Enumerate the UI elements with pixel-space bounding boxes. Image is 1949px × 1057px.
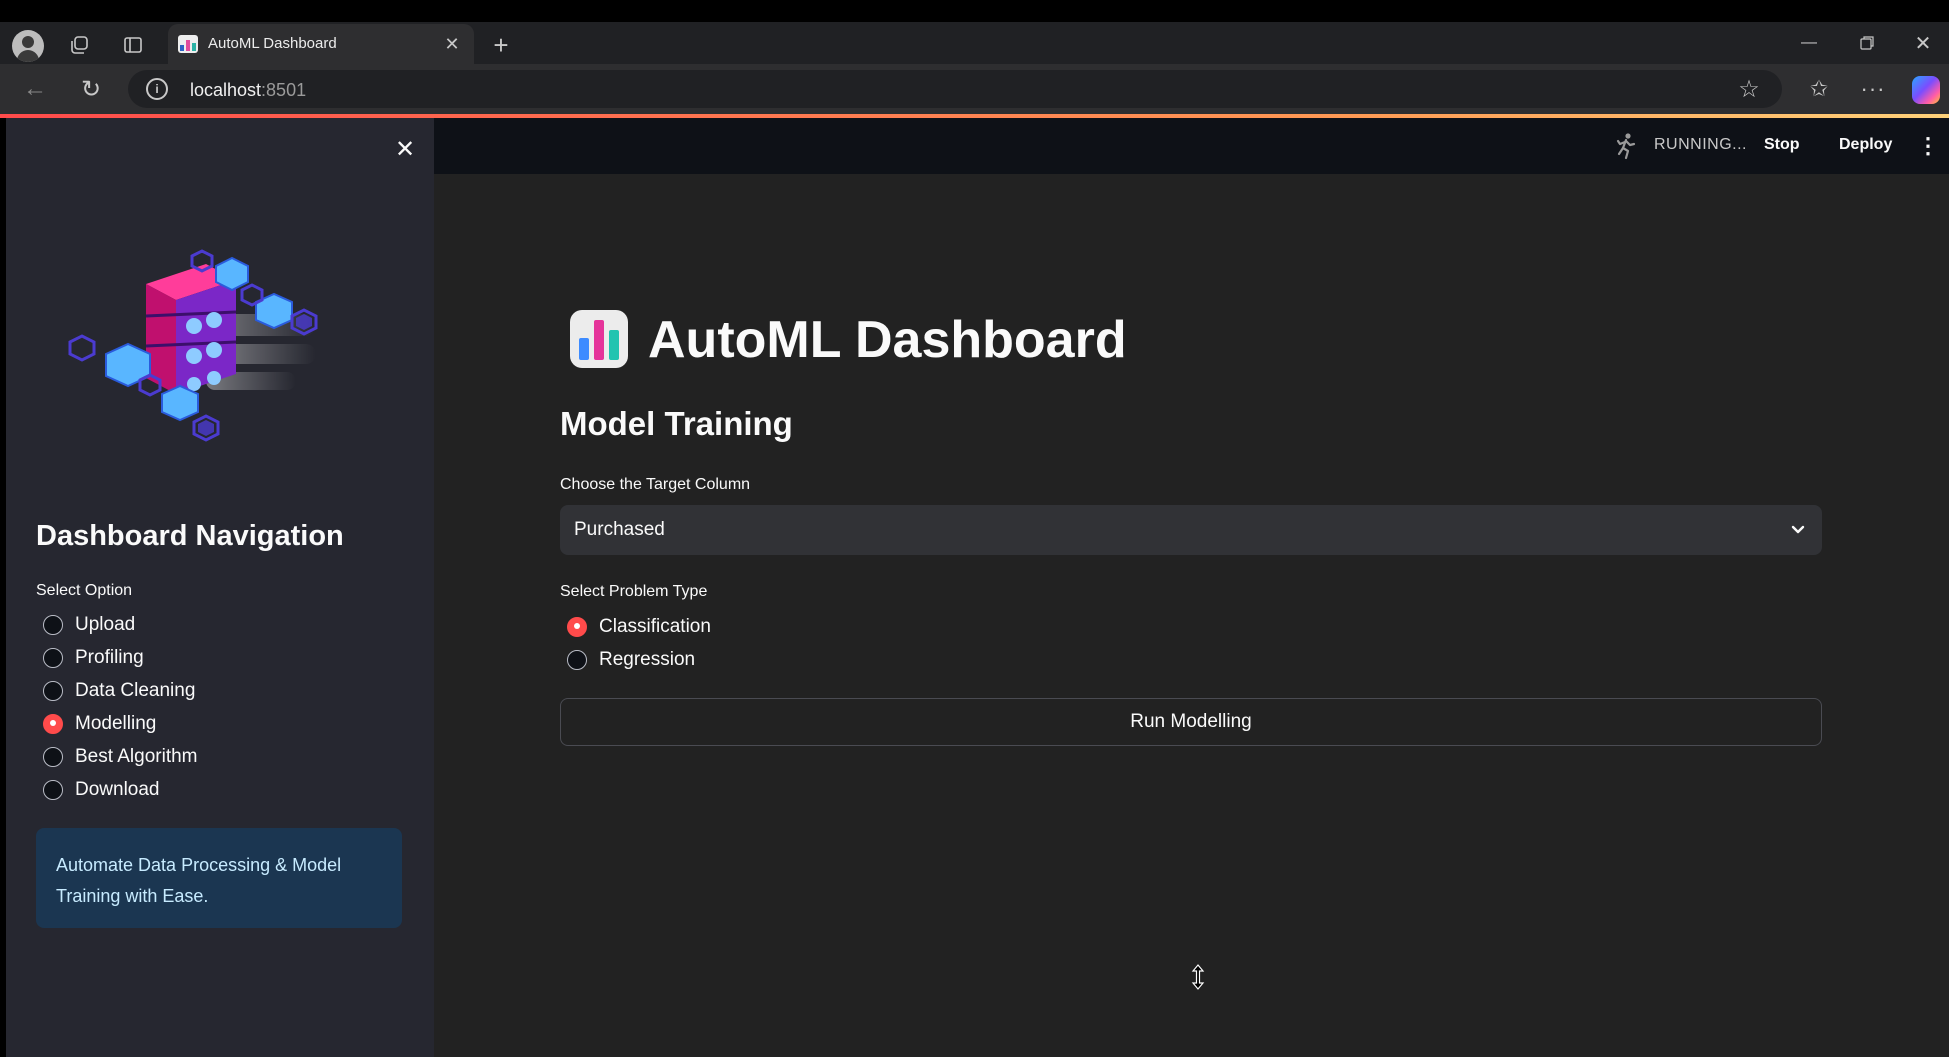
profile-icon[interactable] <box>12 30 44 62</box>
kebab-menu-icon[interactable]: ⋮ <box>1917 132 1939 160</box>
stop-button[interactable]: Stop <box>1764 136 1800 154</box>
problem-option-regression[interactable]: Regression <box>560 643 960 676</box>
nav-option-upload[interactable]: Upload <box>36 608 396 641</box>
nav-option-label: Best Algorithm <box>75 745 198 767</box>
sidebar: ✕ Dashboard Navigation Select Option Upl… <box>6 118 434 1057</box>
app-root: RUNNING... Stop Deploy ⋮ ✕ Dashboard Nav… <box>6 118 1949 1057</box>
resize-cursor-icon <box>1191 964 1205 990</box>
restore-icon[interactable] <box>1850 26 1884 60</box>
info-text: Automate Data Processing & Model Trainin… <box>56 855 342 906</box>
sidebar-title: Dashboard Navigation <box>36 520 344 552</box>
radio-button[interactable] <box>43 746 63 767</box>
url-port: :8501 <box>261 80 307 100</box>
tab-strip: AutoML Dashboard ✕ + — ✕ <box>0 22 1949 64</box>
nav-radio-group: Upload Profiling Data Cleaning Modelling… <box>36 608 396 806</box>
address-bar[interactable]: i localhost:8501 ☆ <box>128 70 1782 108</box>
running-man-icon <box>1613 132 1639 160</box>
info-icon[interactable]: i <box>146 78 168 100</box>
run-modelling-button[interactable]: Run Modelling <box>560 698 1822 746</box>
nav-option-modelling[interactable]: Modelling <box>36 707 396 740</box>
browser-tab[interactable]: AutoML Dashboard ✕ <box>168 24 474 64</box>
plus-icon[interactable]: + <box>486 30 516 60</box>
more-icon[interactable]: ··· <box>1856 72 1890 106</box>
nav-option-label: Profiling <box>75 646 144 668</box>
section-title: Model Training <box>560 405 793 442</box>
deploy-button[interactable]: Deploy <box>1839 136 1892 154</box>
close-icon[interactable]: ✕ <box>438 30 466 58</box>
header-controls: RUNNING... Stop Deploy ⋮ <box>434 118 1949 174</box>
workspaces-icon[interactable] <box>64 30 94 60</box>
nav-option-download[interactable]: Download <box>36 773 396 806</box>
tab-actions-icon[interactable] <box>118 30 148 60</box>
status-text: RUNNING... <box>1654 136 1747 153</box>
radio-button[interactable] <box>567 649 587 670</box>
nav-option-best-algorithm[interactable]: Best Algorithm <box>36 740 396 773</box>
target-column-value: Purchased <box>574 519 665 540</box>
nav-option-label: Modelling <box>75 712 157 734</box>
radio-button-selected[interactable] <box>43 713 63 734</box>
info-box: Automate Data Processing & Model Trainin… <box>36 828 402 928</box>
radio-button[interactable] <box>43 779 63 800</box>
bar-chart-icon <box>570 310 628 368</box>
nav-option-profiling[interactable]: Profiling <box>36 641 396 674</box>
radio-button[interactable] <box>43 647 63 668</box>
url-host: localhost <box>190 80 262 100</box>
browser-toolbar: ← ↻ i localhost:8501 ☆ ✩ ··· <box>0 64 1949 114</box>
nav-option-label: Download <box>75 778 160 800</box>
target-column-select[interactable]: Purchased <box>560 505 1822 555</box>
reload-icon[interactable]: ↻ <box>74 72 108 106</box>
tab-title: AutoML Dashboard <box>208 35 337 52</box>
nav-option-label: Data Cleaning <box>75 679 196 701</box>
isometric-data-cubes-illustration <box>68 249 318 442</box>
window-titlebar <box>0 0 1949 22</box>
radio-button[interactable] <box>43 614 63 635</box>
nav-option-data-cleaning[interactable]: Data Cleaning <box>36 674 396 707</box>
problem-option-classification[interactable]: Classification <box>560 610 960 643</box>
favorites-icon[interactable]: ✩ <box>1802 72 1836 106</box>
close-icon[interactable]: ✕ <box>388 132 422 166</box>
target-column-label: Choose the Target Column <box>560 476 751 493</box>
problem-option-label: Classification <box>599 615 711 637</box>
page-title: AutoML Dashboard <box>648 311 1127 369</box>
select-option-label: Select Option <box>36 582 133 599</box>
url-text: localhost:8501 <box>190 80 306 101</box>
problem-type-radio-group: Classification Regression <box>560 610 960 676</box>
copilot-icon[interactable] <box>1912 76 1940 104</box>
chevron-down-icon <box>1791 525 1805 534</box>
problem-option-label: Regression <box>599 648 696 670</box>
bar-chart-icon <box>178 35 198 53</box>
nav-option-label: Upload <box>75 613 136 635</box>
star-icon[interactable]: ☆ <box>1734 74 1764 104</box>
minimize-icon[interactable]: — <box>1792 26 1826 60</box>
problem-type-label: Select Problem Type <box>560 583 708 600</box>
close-icon[interactable]: ✕ <box>1906 26 1940 60</box>
radio-button[interactable] <box>43 680 63 701</box>
radio-button-selected[interactable] <box>567 616 587 637</box>
back-arrow-icon[interactable]: ← <box>18 72 52 106</box>
